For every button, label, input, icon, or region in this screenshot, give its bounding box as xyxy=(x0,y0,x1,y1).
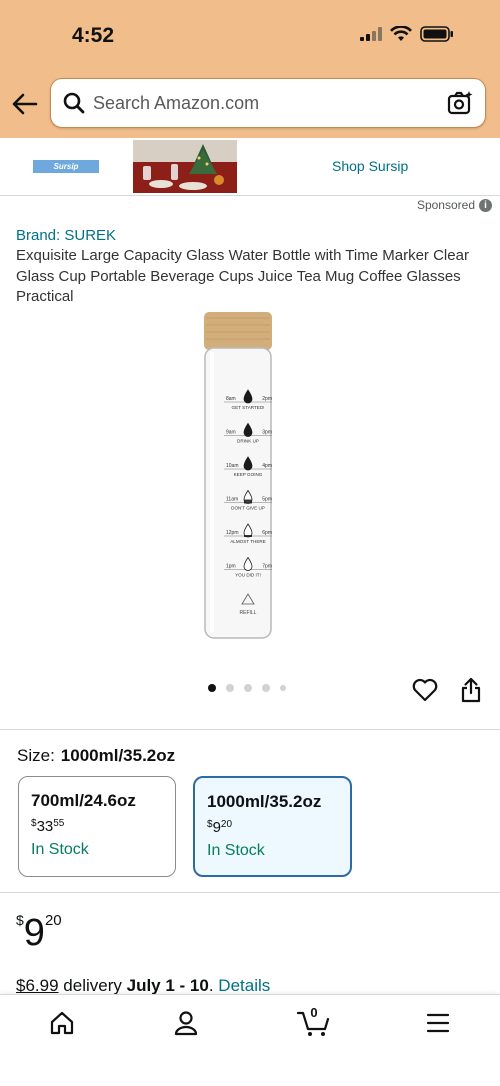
cart-count: 0 xyxy=(310,1005,318,1020)
status-icons xyxy=(360,26,454,42)
selected-size: 1000ml/35.2oz xyxy=(60,746,176,765)
time-marker-left: 10am xyxy=(226,463,239,469)
water-drop-fill xyxy=(244,535,252,537)
time-marker-left: 11am xyxy=(226,497,238,503)
size-label: Size: xyxy=(17,746,55,765)
section-divider xyxy=(0,892,500,893)
time-marker-caption: KEEP GOING xyxy=(234,472,263,477)
time-marker-right: 2pm xyxy=(262,396,272,402)
delivery-info: $6.99 delivery July 1 - 10. Details xyxy=(16,976,271,995)
time-marker-right: 3pm xyxy=(262,430,272,436)
search-box[interactable] xyxy=(50,78,486,128)
sponsored-label[interactable]: Sponsored i xyxy=(417,198,492,212)
search-icon xyxy=(63,92,85,114)
product-title: Exquisite Large Capacity Glass Water Bot… xyxy=(16,247,469,305)
pager-dot[interactable] xyxy=(226,684,234,692)
size-selector-label: Size: 1000ml/35.2oz xyxy=(17,746,175,766)
battery-icon xyxy=(420,26,453,42)
water-drop-fill xyxy=(244,499,252,504)
signal-icon xyxy=(360,27,382,41)
pager-dot[interactable] xyxy=(280,685,286,691)
size-option-stock: In Stock xyxy=(31,841,89,858)
time-marker-caption: DON'T GIVE UP xyxy=(231,506,265,511)
search-input[interactable] xyxy=(93,79,433,127)
size-option-700ml[interactable]: 700ml/24.6oz $3355 In Stock xyxy=(18,776,176,877)
time-marker-caption: GET STARTED! xyxy=(232,405,265,410)
nav-menu[interactable] xyxy=(418,1007,458,1039)
brand-link[interactable]: Brand: SUREK xyxy=(16,227,116,244)
share-icon[interactable] xyxy=(460,677,482,703)
menu-icon xyxy=(426,1013,450,1033)
size-option-stock: In Stock xyxy=(207,842,265,859)
size-option-price: $920 xyxy=(207,819,233,836)
time-marker-right: 5pm xyxy=(262,497,272,503)
nav-account[interactable] xyxy=(166,1007,206,1039)
info-icon[interactable]: i xyxy=(479,198,492,212)
status-bar: 4:52 xyxy=(0,0,500,70)
time-marker-right: 4pm xyxy=(262,463,272,469)
delivery-details-link[interactable]: Details xyxy=(218,976,270,995)
nav-home[interactable] xyxy=(42,1007,82,1039)
time-marker-left: 8am xyxy=(226,396,236,402)
pager-dot[interactable] xyxy=(208,684,216,692)
section-divider xyxy=(0,729,500,730)
time-marker-right: 6pm xyxy=(262,530,272,536)
header: 4:52 xyxy=(0,0,500,138)
nav-cart[interactable]: 0 xyxy=(294,1005,334,1039)
time-marker-caption: YOU DID IT! xyxy=(235,573,261,578)
account-icon xyxy=(174,1011,198,1036)
shop-brand-link[interactable]: Shop Sursip xyxy=(332,158,408,174)
product-price: $920 xyxy=(16,912,62,954)
banner-image[interactable] xyxy=(133,140,237,193)
sponsored-banner[interactable]: Sursip Shop Sursip xyxy=(0,138,500,196)
refill-label: REFILL xyxy=(240,610,257,616)
time-marker-left: 12pm xyxy=(226,530,239,536)
time-marker-right: 7pm xyxy=(262,564,272,570)
home-icon xyxy=(50,1011,74,1035)
size-option-name: 700ml/24.6oz xyxy=(31,791,136,810)
wifi-icon xyxy=(390,26,412,41)
pager-dot[interactable] xyxy=(244,684,252,692)
delivery-fee: $6.99 xyxy=(16,976,59,995)
size-option-price: $3355 xyxy=(31,818,65,835)
image-pager[interactable] xyxy=(208,684,286,692)
search-row xyxy=(0,78,500,130)
sponsored-text: Sponsored xyxy=(416,198,475,212)
time-marker-caption: DRINK UP xyxy=(237,439,259,444)
bottom-nav: 0 xyxy=(0,994,500,1086)
time-marker-left: 1pm xyxy=(226,564,236,570)
status-time: 4:52 xyxy=(72,24,115,47)
pager-dot[interactable] xyxy=(262,684,270,692)
time-marker-caption: ALMOST THERE xyxy=(230,539,266,544)
banner-brand-logo: Sursip xyxy=(33,160,99,173)
back-arrow-icon[interactable] xyxy=(10,90,40,118)
product-image[interactable]: 8am 2pm GET STARTED! 9am 3pmDRINK UP 10am 4pm K… xyxy=(200,312,276,642)
size-option-1000ml[interactable]: 1000ml/35.2oz $920 In Stock xyxy=(193,776,352,877)
camera-lens-icon[interactable] xyxy=(447,90,473,116)
heart-icon[interactable] xyxy=(412,677,438,703)
time-marker-left: 9am xyxy=(226,430,236,436)
size-option-name: 1000ml/35.2oz xyxy=(207,792,322,811)
delivery-dates: July 1 - 10 xyxy=(126,976,209,995)
